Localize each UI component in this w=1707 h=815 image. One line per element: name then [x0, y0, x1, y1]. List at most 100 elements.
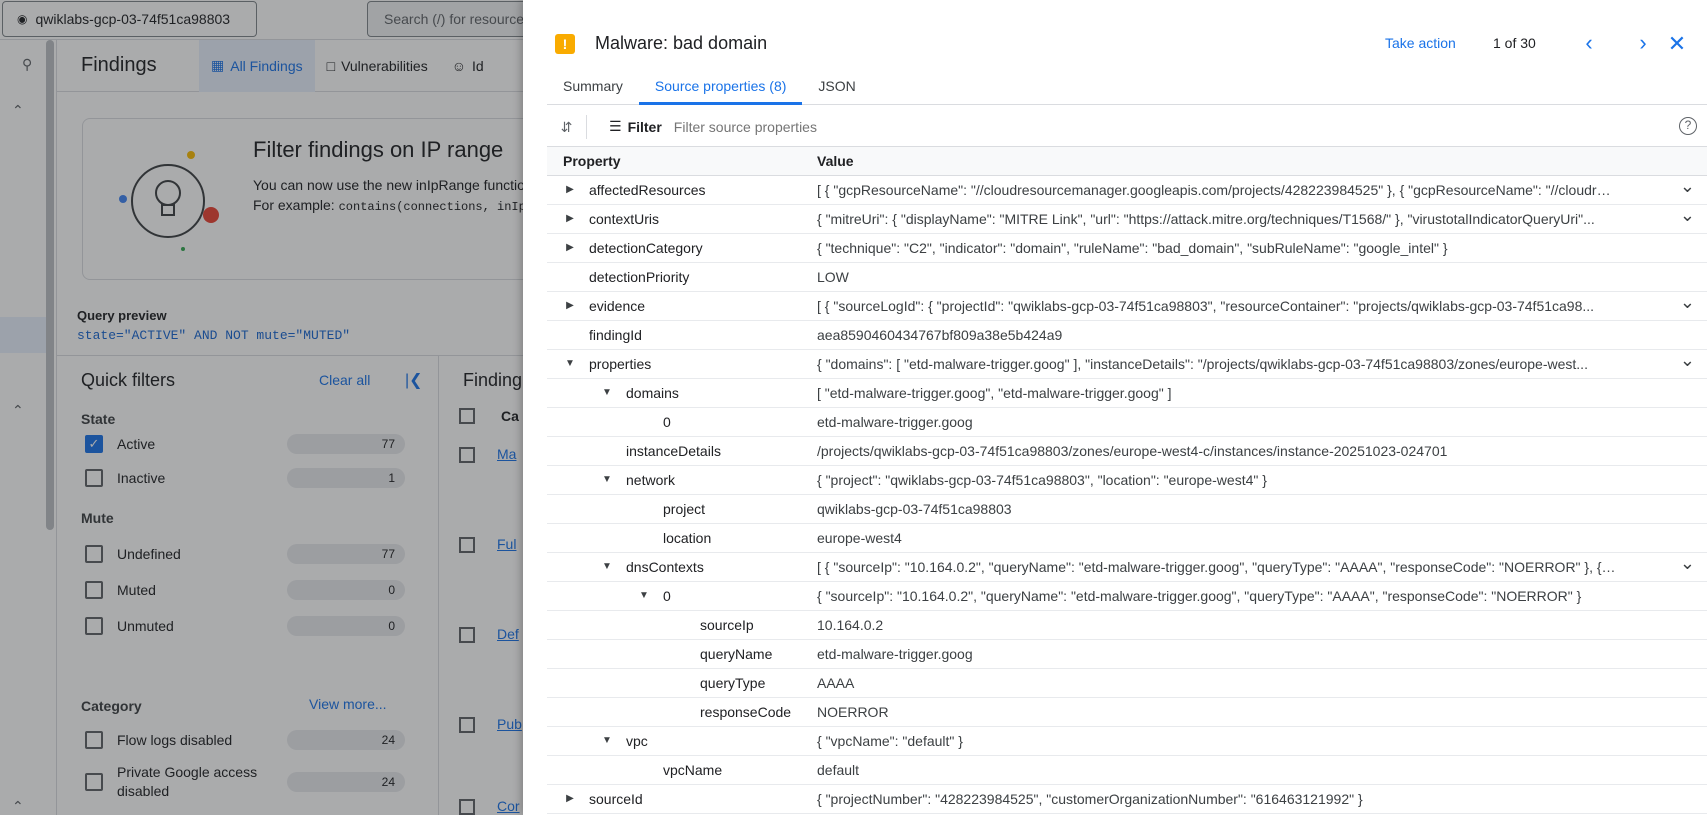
property-name: queryName — [700, 646, 773, 662]
property-value: { "domains": [ "etd-malware-trigger.goog… — [817, 356, 1588, 372]
help-icon[interactable]: ? — [1679, 117, 1697, 135]
property-value: AAAA — [817, 675, 855, 691]
property-value: /projects/qwiklabs-gcp-03-74f51ca98803/z… — [817, 443, 1448, 459]
property-value: LOW — [817, 269, 849, 285]
chevron-left-icon[interactable]: ‹ — [1575, 30, 1603, 58]
property-name: responseCode — [700, 704, 792, 720]
property-cell: findingId — [547, 327, 817, 343]
table-row[interactable]: ▼ vpc { "vpcName": "default" } — [547, 727, 1707, 756]
expand-collapse-icon[interactable]: ⇵ — [547, 114, 587, 139]
property-value: { "projectNumber": "428223984525", "cust… — [817, 791, 1363, 807]
table-row[interactable]: sourceIp 10.164.0.2 — [547, 611, 1707, 640]
caret-down-icon[interactable]: ▼ — [600, 560, 614, 574]
table-row[interactable]: findingId aea8590460434767bf809a38e5b424a… — [547, 321, 1707, 350]
property-cell: queryType — [547, 675, 817, 691]
chevron-right-icon[interactable]: › — [1629, 30, 1657, 58]
tab-json[interactable]: JSON — [802, 70, 871, 105]
tab-summary[interactable]: Summary — [547, 70, 639, 105]
property-name: contextUris — [589, 211, 660, 227]
property-name: project — [663, 501, 706, 517]
filter-bar: ⇵ ☰ Filter ? — [547, 107, 1707, 147]
table-header: Property Value — [547, 147, 1707, 176]
take-action-button[interactable]: Take action — [1385, 35, 1456, 51]
chevron-down-icon[interactable]: ⌄ — [1680, 553, 1695, 574]
chevron-down-icon[interactable]: ⌄ — [1680, 292, 1695, 313]
caret-right-icon[interactable]: ▶ — [563, 241, 577, 255]
chevron-down-icon[interactable]: ⌄ — [1680, 350, 1695, 371]
column-header-property: Property — [563, 153, 621, 169]
drawer-title: Malware: bad domain — [595, 33, 768, 53]
table-row[interactable]: ▼ properties { "domains": [ "etd-malware-t… — [547, 350, 1707, 379]
caret-right-icon[interactable]: ▶ — [563, 299, 577, 313]
property-cell: ▶ contextUris — [547, 211, 817, 227]
table-row[interactable]: ▼ network { "project": "qwiklabs-gcp-03-74… — [547, 466, 1707, 495]
property-value: NOERROR — [817, 704, 889, 720]
property-cell: ▼ vpc — [547, 733, 817, 749]
tab-source-properties[interactable]: Source properties (8) — [638, 70, 803, 105]
property-cell: ▼ network — [547, 472, 817, 488]
caret-down-icon[interactable]: ▼ — [600, 386, 614, 400]
property-cell: instanceDetails — [547, 443, 817, 459]
table-row[interactable]: ▶ contextUris { "mitreUri": { "displayName… — [547, 205, 1707, 234]
caret-right-icon[interactable]: ▶ — [563, 792, 577, 806]
table-row[interactable]: ▶ detectionCategory { "technique": "C2", "… — [547, 234, 1707, 263]
column-header-value: Value — [817, 153, 854, 169]
chevron-down-icon[interactable]: ⌄ — [1680, 176, 1695, 197]
table-row[interactable]: vpcName default — [547, 756, 1707, 785]
property-value: [ { "gcpResourceName": "//cloudresourcem… — [817, 182, 1617, 198]
property-name: dnsContexts — [626, 559, 704, 575]
property-value: [ "etd-malware-trigger.goog", "etd-malwa… — [817, 385, 1172, 401]
property-name: findingId — [589, 327, 642, 343]
property-name: location — [663, 530, 712, 546]
table-row[interactable]: queryType AAAA — [547, 669, 1707, 698]
filter-input[interactable] — [673, 118, 1374, 135]
drawer-tabs: Summary Source properties (8) JSON — [547, 70, 1707, 105]
property-cell: detectionPriority — [547, 269, 817, 285]
property-name: vpcName — [663, 762, 723, 778]
caret-down-icon[interactable]: ▼ — [600, 734, 614, 748]
property-value: { "sourceIp": "10.164.0.2", "queryName":… — [817, 588, 1582, 604]
filter-button[interactable]: ☰ Filter — [609, 118, 662, 135]
caret-down-icon[interactable]: ▼ — [563, 357, 577, 371]
table-row[interactable]: ▶ affectedResources [ { "gcpResourceName":… — [547, 176, 1707, 205]
table-row[interactable]: 0 etd-malware-trigger.goog — [547, 408, 1707, 437]
property-cell: ▶ affectedResources — [547, 182, 817, 198]
table-row[interactable]: project qwiklabs-gcp-03-74f51ca98803 — [547, 495, 1707, 524]
caret-down-icon[interactable]: ▼ — [637, 589, 651, 603]
table-row[interactable]: instanceDetails/projects/qwiklabs-gcp-03… — [547, 437, 1707, 466]
property-name: evidence — [589, 298, 646, 314]
table-row[interactable]: queryName etd-malware-trigger.goog — [547, 640, 1707, 669]
property-cell: vpcName — [547, 762, 817, 778]
table-row[interactable]: responseCode NOERROR — [547, 698, 1707, 727]
table-row[interactable]: ▶ sourceId { "projectNumber": "42822398452… — [547, 785, 1707, 814]
property-cell: ▼ 0 — [547, 588, 817, 604]
table-row[interactable]: detectionPriority LOW — [547, 263, 1707, 292]
table-row[interactable]: ▼ dnsContexts [ { "sourceIp": "10.164.0.2"… — [547, 553, 1707, 582]
close-icon[interactable]: ✕ — [1663, 30, 1691, 58]
property-name: sourceId — [589, 791, 643, 807]
property-value: [ { "sourceIp": "10.164.0.2", "queryName… — [817, 559, 1617, 575]
table-row[interactable]: location europe-west4 — [547, 524, 1707, 553]
property-name: 0 — [663, 414, 671, 430]
property-name: vpc — [626, 733, 648, 749]
property-cell: sourceIp — [547, 617, 817, 633]
property-name: instanceDetails — [626, 443, 721, 459]
property-cell: ▼ dnsContexts — [547, 559, 817, 575]
property-cell: ▶ sourceId — [547, 791, 817, 807]
property-value: etd-malware-trigger.goog — [817, 646, 973, 662]
caret-right-icon[interactable]: ▶ — [563, 212, 577, 226]
property-name: domains — [626, 385, 679, 401]
table-row[interactable]: ▶ evidence [ { "sourceLogId": { "projectId… — [547, 292, 1707, 321]
caret-right-icon[interactable]: ▶ — [563, 183, 577, 197]
chevron-down-icon[interactable]: ⌄ — [1680, 205, 1695, 226]
property-value: qwiklabs-gcp-03-74f51ca98803 — [817, 501, 1012, 517]
caret-down-icon[interactable]: ▼ — [600, 473, 614, 487]
table-row[interactable]: ▼ domains [ "etd-malware-trigger.goog", "e… — [547, 379, 1707, 408]
table-row[interactable]: ▼ 0{ "sourceIp": "10.164.0.2", "queryName… — [547, 582, 1707, 611]
property-name: properties — [589, 356, 652, 372]
